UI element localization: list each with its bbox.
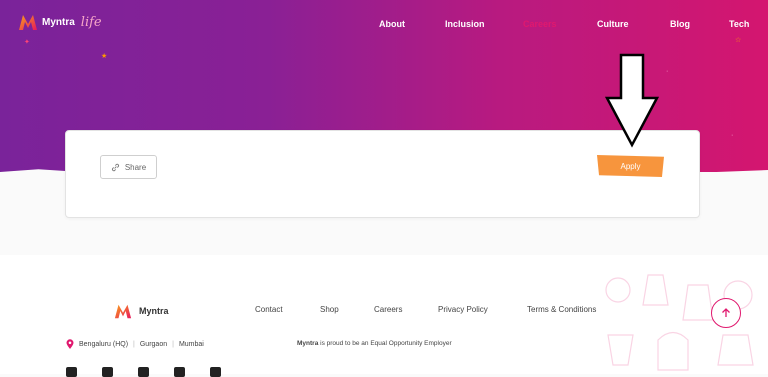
location-pin-icon [66, 339, 74, 349]
footer-link-contact[interactable]: Contact [255, 305, 283, 314]
sparkle-decoration: ☆ [735, 37, 742, 44]
site-footer: Myntra Contact Shop Careers Privacy Poli… [0, 255, 768, 377]
fashion-doodles-decoration [605, 274, 754, 371]
top-nav: About Inclusion Careers Culture Blog Tec… [0, 19, 768, 33]
nav-blog[interactable]: Blog [670, 19, 690, 29]
social-links [66, 367, 221, 377]
location-separator: | [172, 340, 174, 348]
facebook-icon[interactable] [102, 367, 113, 377]
footer-link-terms[interactable]: Terms & Conditions [527, 305, 596, 314]
twitter-icon[interactable] [210, 367, 221, 377]
share-button[interactable]: Share [100, 155, 157, 179]
share-label: Share [124, 162, 147, 172]
sparkle-decoration: ✦ [24, 39, 30, 46]
youtube-icon[interactable] [138, 367, 149, 377]
footer-link-privacy[interactable]: Privacy Policy [438, 305, 488, 314]
down-arrow-annotation [604, 53, 660, 148]
sparkle-decoration: · [666, 68, 669, 75]
sparkle-decoration: · [731, 132, 734, 139]
location-bengaluru: Bengaluru (HQ) [79, 340, 129, 348]
nav-tech[interactable]: Tech [729, 19, 749, 29]
footer-link-shop[interactable]: Shop [320, 305, 339, 314]
apply-label: Apply [620, 161, 641, 171]
eoe-text: is proud to be an Equal Opportunity Empl… [318, 340, 452, 347]
apply-button[interactable]: Apply [597, 155, 664, 177]
footer-logo[interactable]: Myntra [112, 302, 169, 320]
eoe-brand: Myntra [297, 340, 319, 347]
location-gurgaon: Gurgaon [139, 340, 168, 348]
nav-culture[interactable]: Culture [597, 19, 629, 29]
location-separator: | [133, 340, 135, 348]
equal-opportunity-statement: Myntra is proud to be an Equal Opportuni… [297, 340, 452, 347]
linkedin-icon[interactable] [66, 367, 77, 377]
footer-link-careers[interactable]: Careers [374, 305, 402, 314]
arrow-up-icon [722, 308, 730, 317]
scroll-to-top-button[interactable] [711, 298, 741, 328]
sparkle-decoration: ★ [101, 53, 108, 60]
nav-careers[interactable]: Careers [523, 19, 557, 29]
instagram-icon[interactable] [174, 367, 185, 377]
location-mumbai: Mumbai [178, 340, 204, 348]
link-icon [111, 163, 119, 171]
footer-brand-name: Myntra [139, 306, 169, 316]
nav-inclusion[interactable]: Inclusion [445, 19, 485, 29]
nav-about[interactable]: About [379, 19, 405, 29]
office-locations: Bengaluru (HQ) | Gurgaon | Mumbai [66, 339, 204, 349]
myntra-logo-icon [114, 304, 132, 319]
